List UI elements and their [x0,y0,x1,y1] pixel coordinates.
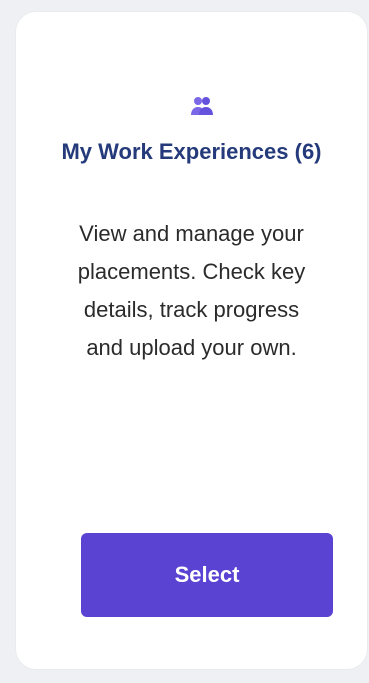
people-icon [191,97,213,115]
work-experiences-card[interactable]: My Work Experiences (6) View and manage … [16,12,367,669]
card-title: My Work Experiences (6) [61,139,322,164]
select-button-label: Select [174,562,240,587]
card-description: View and manage your placements. Check k… [77,221,306,360]
page: My Work Experiences (6) View and manage … [0,0,369,683]
select-button[interactable]: Select [81,533,333,617]
